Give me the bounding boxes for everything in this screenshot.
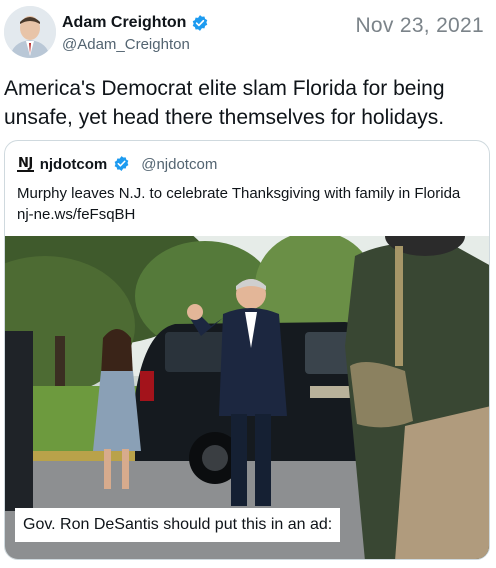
njdotcom-logo-icon: NJ [17,155,34,172]
tweet-card: Adam Creighton @Adam_Creighton Nov 23, 2… [0,0,496,568]
tweet-text: America's Democrat elite slam Florida fo… [4,77,445,129]
author-name[interactable]: Adam Creighton [62,14,186,32]
quoted-tweet-text: Murphy leaves N.J. to celebrate Thanksgi… [17,185,461,223]
quoted-tweet[interactable]: NJ njdotcom @njdotcom Murphy leaves N.J.… [4,140,490,560]
quoted-tweet-header: NJ njdotcom @njdotcom [17,153,217,175]
author-handle[interactable]: @Adam_Creighton [62,36,209,53]
verified-badge-icon [113,155,131,173]
quoted-author-handle[interactable]: @njdotcom [141,156,217,173]
avatar[interactable] [4,6,56,58]
quoted-author-name[interactable]: njdotcom [40,156,108,173]
author-block: Adam Creighton @Adam_Creighton [62,12,209,53]
image-caption-text: Gov. Ron DeSantis should put this in an … [15,508,341,542]
tweet-date[interactable]: Nov 23, 2021 [355,14,484,38]
verified-badge-icon [191,14,209,32]
